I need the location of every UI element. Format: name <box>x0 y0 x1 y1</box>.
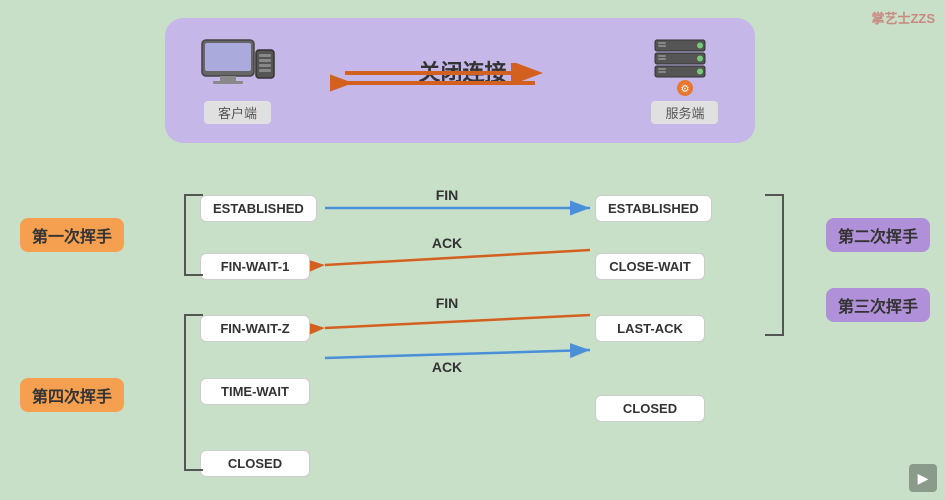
svg-text:ACK: ACK <box>432 235 462 251</box>
state-time-wait: TIME-WAIT <box>200 378 310 405</box>
label-third-handshake: 第三次挥手 <box>826 288 930 322</box>
label-second-handshake: 第二次挥手 <box>826 218 930 252</box>
svg-text:⚙: ⚙ <box>681 84 690 95</box>
svg-text:FIN: FIN <box>436 295 459 311</box>
client-icon <box>200 38 275 96</box>
server-icon: ⚙ <box>650 38 720 96</box>
state-established-client: ESTABLISHED <box>200 195 317 222</box>
server-label: 服务端 <box>651 101 718 124</box>
state-fin-wait-1: FIN-WAIT-1 <box>200 253 310 280</box>
bracket-server-right <box>763 190 793 340</box>
svg-text:FIN: FIN <box>436 187 459 203</box>
label-first-handshake: 第一次挥手 <box>20 218 124 252</box>
label-fourth-handshake: 第四次挥手 <box>20 378 124 412</box>
state-fin-wait-2: FIN-WAIT-Z <box>200 315 310 342</box>
connection-box: 客户端 关闭连接 <box>165 18 755 143</box>
state-established-server: ESTABLISHED <box>595 195 712 222</box>
client-label: 客户端 <box>204 101 271 124</box>
state-close-wait: CLOSE-WAIT <box>595 253 705 280</box>
state-closed-client: CLOSED <box>200 450 310 477</box>
client-section: 客户端 <box>200 38 275 124</box>
play-button[interactable]: ▶ <box>909 464 937 492</box>
double-arrow <box>325 63 555 93</box>
svg-text:ACK: ACK <box>432 359 462 375</box>
state-closed-server: CLOSED <box>595 395 705 422</box>
server-section: ⚙ 服务端 <box>650 38 720 124</box>
watermark: 掌艺士ZZS <box>871 8 935 27</box>
state-last-ack: LAST-ACK <box>595 315 705 342</box>
bracket-fourth <box>175 310 205 475</box>
bracket-first <box>175 190 205 280</box>
